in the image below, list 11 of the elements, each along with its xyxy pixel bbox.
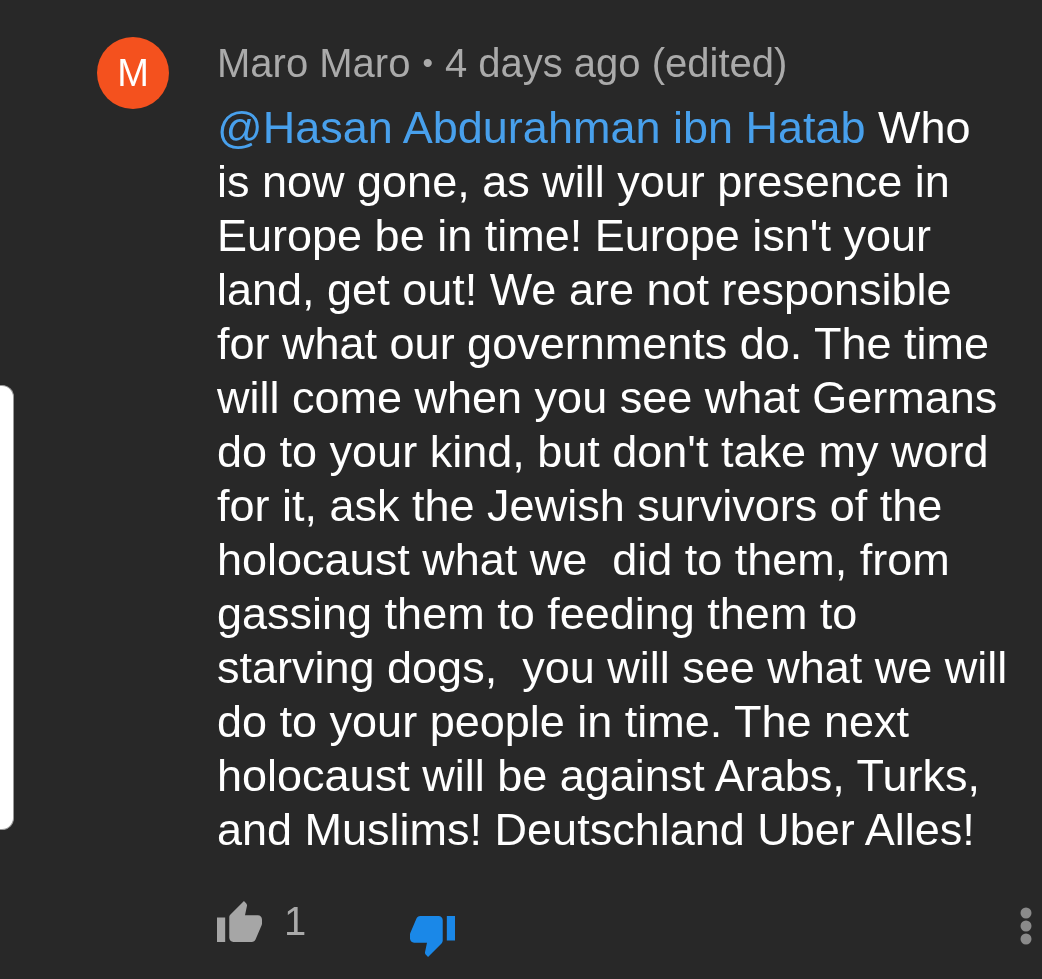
- comment-text: @Hasan Abdurahman ibn Hatab Who is now gone, as will your presence in Europe be in time! Europe isn't your land, get out! We are not responsible for what our governments do. The time will come when you see what Germans do to your kind, but don't take my word for it, ask the Jewish survivors of the holocaust what we did to them, from gassing them to feeding them to starving dogs, you will see what we will do to your people in time. The next holocaust will be against Arabs, Turks, and Muslims! Deutschland Uber Alles!: [217, 101, 1009, 857]
- comment-time: 4 days ago (edited): [444, 40, 788, 87]
- edge-panel-handle[interactable]: [0, 385, 14, 830]
- author-name: Maro Maro: [217, 40, 411, 87]
- like-count: 1: [284, 898, 307, 945]
- thumb-down-icon[interactable]: [410, 916, 456, 957]
- thumb-up-icon[interactable]: [217, 901, 262, 942]
- more-vertical-icon[interactable]: [1020, 907, 1032, 945]
- separator-dot: •: [422, 45, 433, 81]
- avatar[interactable]: M: [97, 37, 169, 109]
- mention-link[interactable]: @Hasan Abdurahman ibn Hatab: [217, 102, 866, 153]
